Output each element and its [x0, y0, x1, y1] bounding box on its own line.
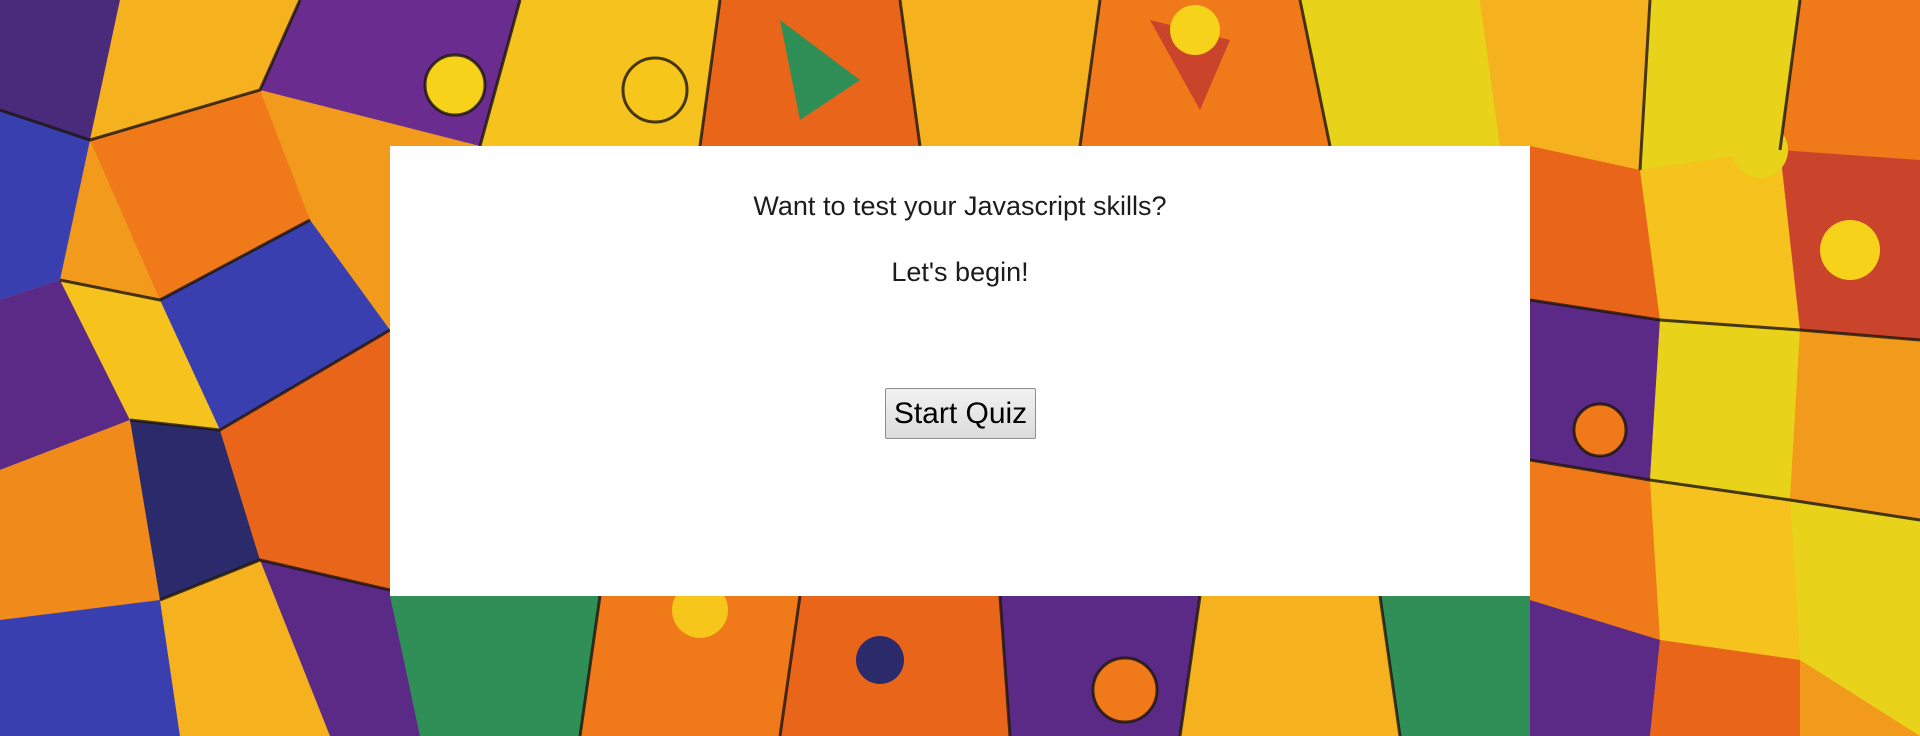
quiz-prompt-text: Want to test your Javascript skills? [753, 191, 1167, 221]
start-quiz-button[interactable]: Start Quiz [885, 388, 1036, 439]
quiz-subprompt-text: Let's begin! [891, 257, 1029, 287]
quiz-start-card: Want to test your Javascript skills? Let… [390, 146, 1530, 596]
